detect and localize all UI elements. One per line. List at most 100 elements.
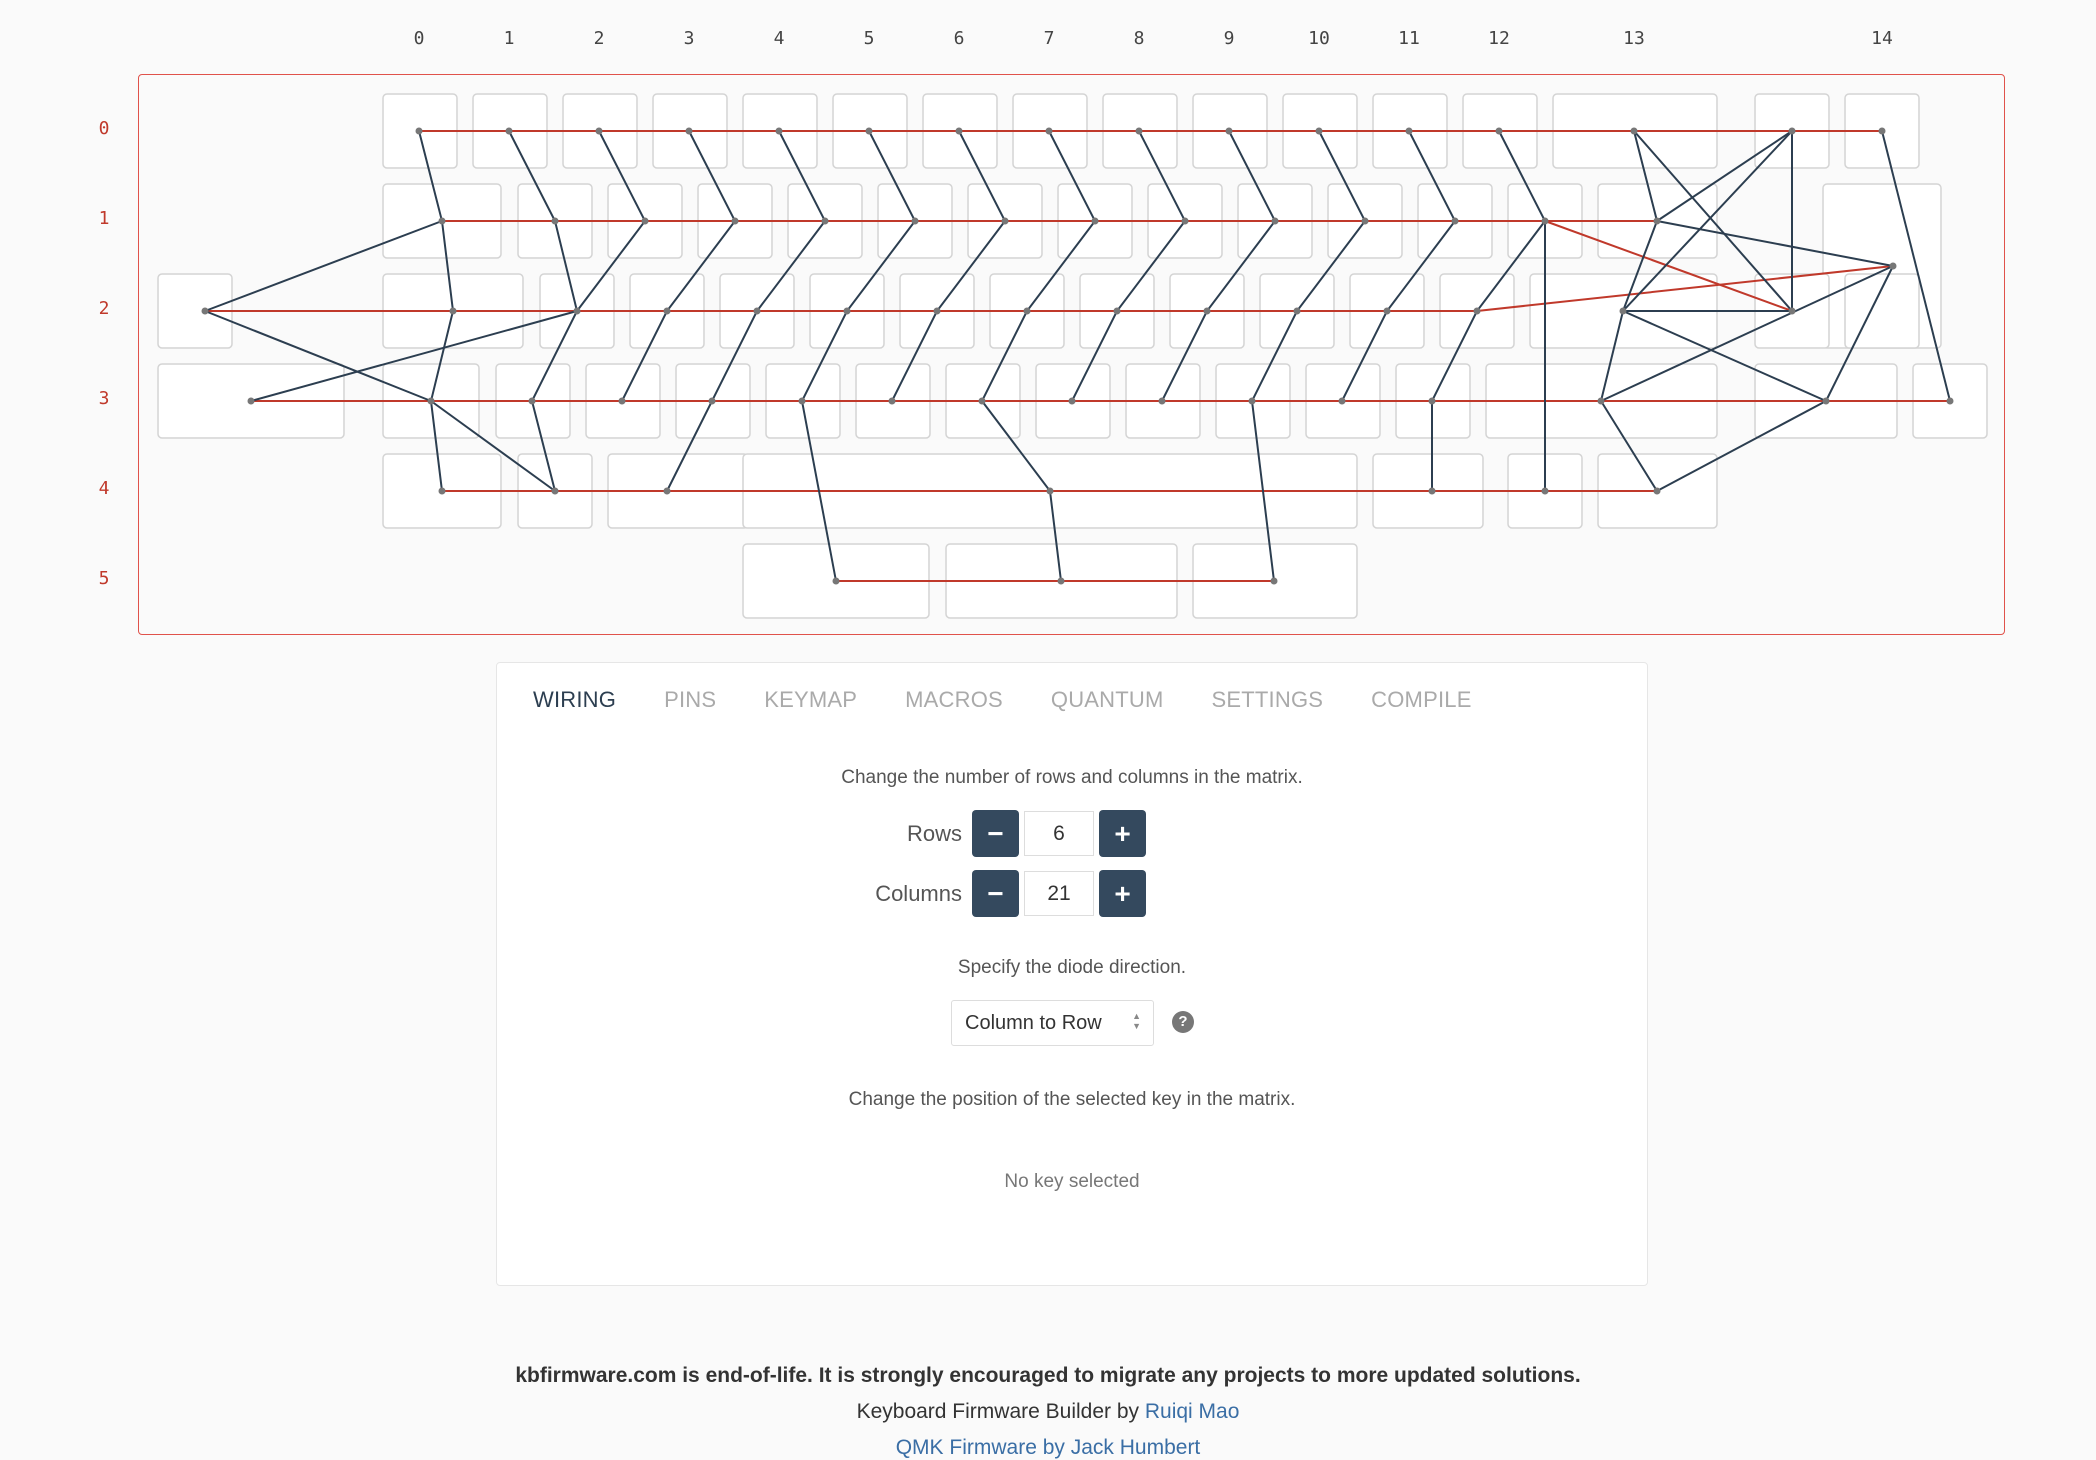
tab-settings[interactable]: SETTINGS (1212, 687, 1324, 713)
matrix-node (551, 217, 559, 225)
matrix-node (798, 397, 806, 405)
matrix-node (449, 307, 457, 315)
matrix-node (1091, 217, 1099, 225)
matrix-node (955, 127, 963, 135)
matrix-node (1428, 487, 1436, 495)
column-wire (621, 130, 737, 402)
matrix-node (641, 217, 649, 225)
matrix-node (1889, 262, 1897, 270)
column-wire (1161, 130, 1277, 402)
eol-notice: kbfirmware.com is end-of-life. It is str… (515, 1364, 1581, 1387)
tab-bar: WIRING PINS KEYMAP MACROS QUANTUM SETTINGS COM… (533, 687, 1520, 713)
rows-input[interactable]: 6 (1024, 811, 1094, 856)
matrix-node (1045, 127, 1053, 135)
help-icon[interactable]: ? (1172, 1011, 1194, 1033)
tab-keymap[interactable]: KEYMAP (764, 687, 857, 713)
matrix-node (888, 397, 896, 405)
matrix-node (1788, 307, 1796, 315)
matrix-node (685, 127, 693, 135)
matrix-node (427, 397, 435, 405)
matrix-node (1451, 217, 1459, 225)
tab-quantum[interactable]: QUANTUM (1051, 687, 1164, 713)
diode-direction-value: Column to Row (965, 1011, 1102, 1034)
matrix-node (1428, 397, 1436, 405)
credit-prefix: Keyboard Firmware Builder by (856, 1400, 1145, 1423)
columns-label: Columns (875, 880, 962, 906)
column-wire (891, 130, 1007, 402)
matrix-node (1946, 397, 1954, 405)
matrix-node (1203, 307, 1211, 315)
rows-increment-button[interactable]: + (1099, 810, 1146, 857)
matrix-node (708, 397, 716, 405)
select-arrows-icon: ▲ ▼ (1132, 1011, 1141, 1031)
matrix-node (1788, 127, 1796, 135)
matrix-node (663, 487, 671, 495)
column-wire (1341, 130, 1457, 402)
diode-direction-select[interactable]: Column to Row ▲ ▼ (951, 1000, 1154, 1046)
columns-input[interactable]: 21 (1024, 871, 1094, 916)
matrix-node (731, 217, 739, 225)
matrix-node (1541, 217, 1549, 225)
matrix-node (843, 307, 851, 315)
credit-line: Keyboard Firmware Builder by Ruiqi Mao (0, 1400, 2096, 1424)
matrix-node (1046, 487, 1054, 495)
matrix-node (573, 307, 581, 315)
matrix-node (438, 217, 446, 225)
matrix-node (1653, 487, 1661, 495)
matrix-node (911, 217, 919, 225)
author-link[interactable]: Ruiqi Mao (1145, 1400, 1240, 1423)
matrix-node (1068, 397, 1076, 405)
rows-label: Rows (906, 820, 962, 846)
matrix-node (753, 307, 761, 315)
matrix-node (551, 487, 559, 495)
matrix-node (978, 397, 986, 405)
rows-stepper: Rows − 6 + (842, 810, 1146, 857)
column-wire (1071, 130, 1187, 402)
matrix-node (1473, 307, 1481, 315)
matrix-node (1597, 397, 1605, 405)
matrix-node (1541, 487, 1549, 495)
tab-pins[interactable]: PINS (664, 687, 716, 713)
matrix-node (201, 307, 209, 315)
columns-decrement-button[interactable]: − (972, 870, 1019, 917)
matrix-node (775, 127, 783, 135)
matrix-node (1822, 397, 1830, 405)
matrix-node (1270, 577, 1278, 585)
matrix-node (618, 397, 626, 405)
matrix-node (595, 127, 603, 135)
tab-macros[interactable]: MACROS (905, 687, 1003, 713)
tab-compile[interactable]: COMPILE (1371, 687, 1471, 713)
matrix-node (1619, 307, 1627, 315)
matrix-node (1023, 307, 1031, 315)
matrix-node (1630, 127, 1638, 135)
matrix-node (1361, 217, 1369, 225)
matrix-size-instructions: Change the number of rows and columns in… (841, 767, 1303, 788)
keycap (1844, 273, 1920, 349)
matrix-node (1405, 127, 1413, 135)
matrix-node (438, 487, 446, 495)
settings-panel: WIRING PINS KEYMAP MACROS QUANTUM SETTINGS COM… (496, 662, 1648, 1286)
matrix-node (821, 217, 829, 225)
no-key-selected-text: No key selected (1004, 1171, 1140, 1192)
rows-decrement-button[interactable]: − (972, 810, 1019, 857)
matrix-node (1271, 217, 1279, 225)
matrix-node (663, 307, 671, 315)
matrix-node (1181, 217, 1189, 225)
matrix-node (1383, 307, 1391, 315)
matrix-node (1248, 397, 1256, 405)
matrix-node (415, 127, 423, 135)
qmk-credit-line[interactable]: QMK Firmware by Jack Humbert (0, 1436, 2096, 1460)
matrix-node (1293, 307, 1301, 315)
matrix-node (1135, 127, 1143, 135)
matrix-node (1057, 577, 1065, 585)
matrix-node (1653, 217, 1661, 225)
matrix-node (1878, 127, 1886, 135)
diode-direction-instructions: Specify the diode direction. (957, 957, 1187, 978)
columns-increment-button[interactable]: + (1099, 870, 1146, 917)
matrix-node (247, 397, 255, 405)
columns-stepper: Columns − 21 + (842, 870, 1146, 917)
matrix-node (933, 307, 941, 315)
matrix-node (1001, 217, 1009, 225)
matrix-node (505, 127, 513, 135)
tab-wiring[interactable]: WIRING (533, 687, 616, 713)
